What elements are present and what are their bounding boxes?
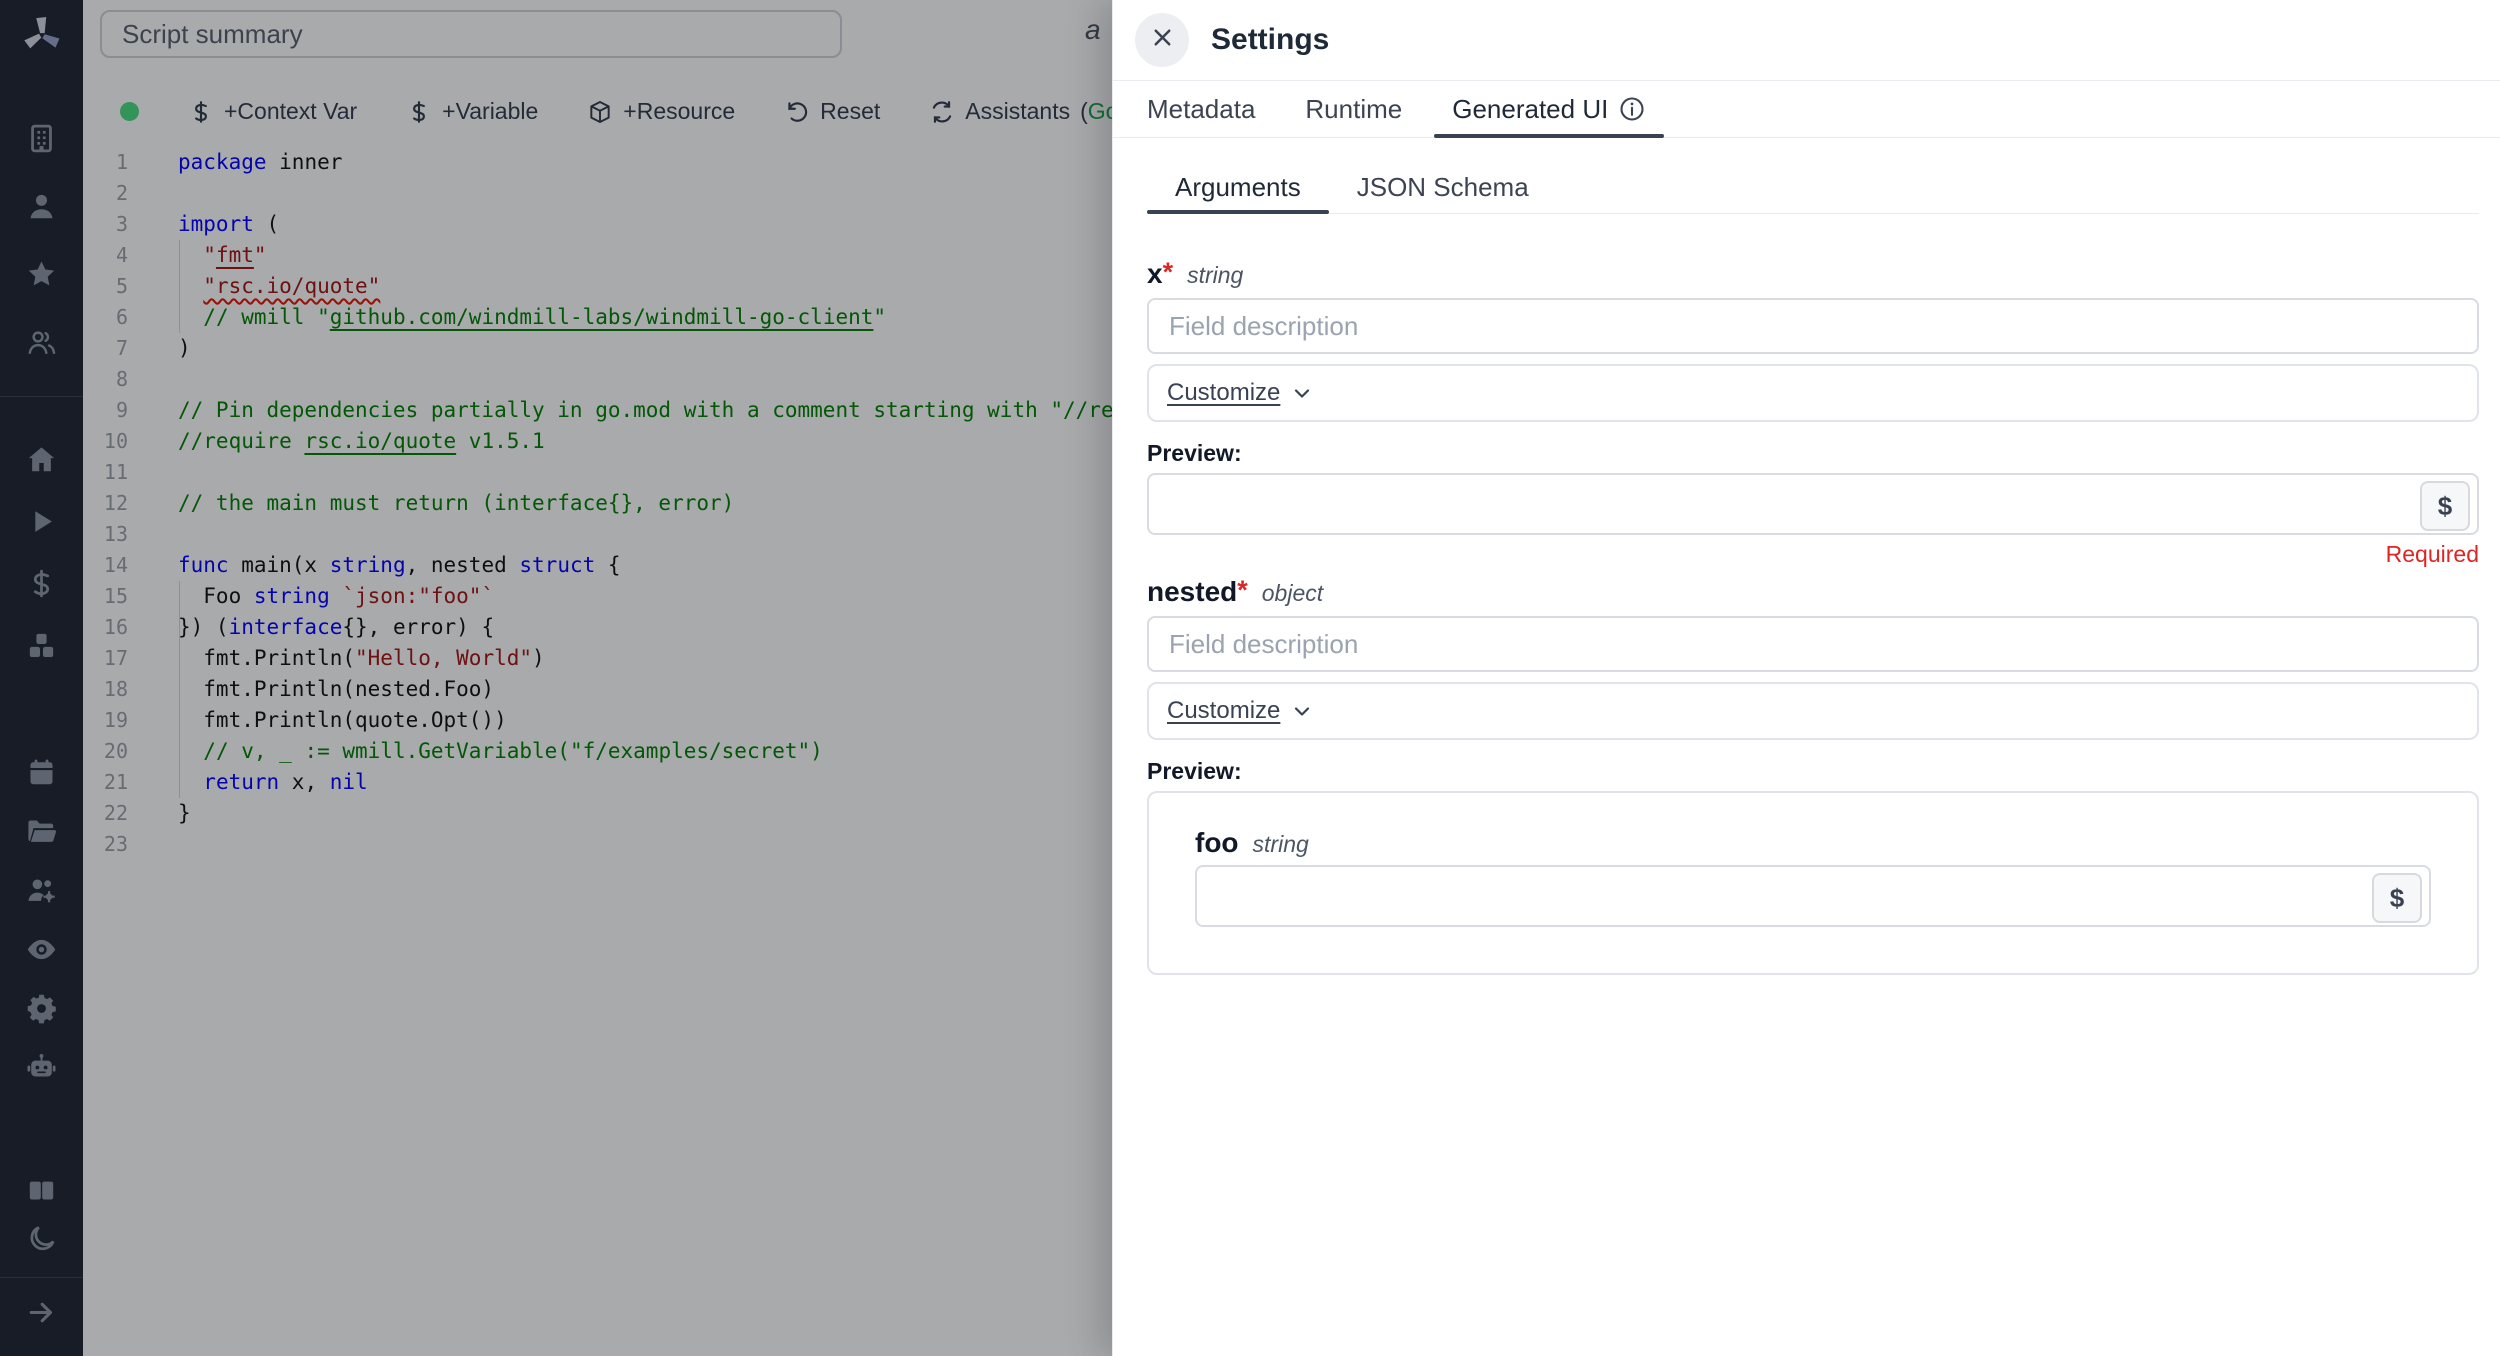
field-type: string xyxy=(1253,831,1309,858)
field-x-customize-box: Customize xyxy=(1147,364,2479,422)
required-asterisk: * xyxy=(1237,575,1248,606)
field-x-description-input[interactable] xyxy=(1147,298,2479,354)
chevron-down-icon[interactable] xyxy=(1290,381,1314,405)
required-error: Required xyxy=(1147,541,2479,568)
settings-tabs: Metadata Runtime Generated UI xyxy=(1113,81,2500,138)
variable-picker-button[interactable]: $ xyxy=(2372,873,2422,923)
tab-metadata[interactable]: Metadata xyxy=(1129,81,1273,137)
field-x-preview-input[interactable] xyxy=(1147,473,2479,535)
field-nested-header: nested* object xyxy=(1147,576,2479,608)
field-nested-customize-box: Customize xyxy=(1147,682,2479,740)
field-x-preview: $ xyxy=(1147,473,2479,535)
field-x-header: x* string xyxy=(1147,258,2479,290)
preview-label: Preview: xyxy=(1147,440,2479,467)
customize-link[interactable]: Customize xyxy=(1167,697,1280,725)
settings-drawer: Settings Metadata Runtime Generated UI A… xyxy=(1112,0,2500,1356)
close-icon xyxy=(1149,24,1176,56)
variable-picker-button[interactable]: $ xyxy=(2420,481,2470,531)
schema-subtabs: Arguments JSON Schema xyxy=(1147,161,2479,214)
subtab-json-schema[interactable]: JSON Schema xyxy=(1329,161,1557,213)
subtab-arguments[interactable]: Arguments xyxy=(1147,161,1329,213)
tab-runtime[interactable]: Runtime xyxy=(1287,81,1420,137)
field-name: nested xyxy=(1147,576,1237,608)
drawer-header: Settings xyxy=(1113,0,2500,81)
close-button[interactable] xyxy=(1135,13,1189,67)
field-name: x xyxy=(1147,258,1163,290)
windmill-script-editor: a +Context Var+Variable+ResourceResetAss… xyxy=(0,0,2500,1356)
field-nested-description-input[interactable] xyxy=(1147,616,2479,672)
info-icon xyxy=(1618,95,1646,123)
field-type: string xyxy=(1187,262,1243,289)
field-name: foo xyxy=(1195,827,1239,859)
foo-preview-input[interactable] xyxy=(1195,865,2431,927)
drawer-content: Arguments JSON Schema x* string Customiz… xyxy=(1113,137,2500,1356)
child-field-header: foo string xyxy=(1195,827,2431,859)
customize-link[interactable]: Customize xyxy=(1167,379,1280,407)
preview-label: Preview: xyxy=(1147,758,2479,785)
tab-generated-ui[interactable]: Generated UI xyxy=(1434,81,1664,137)
required-asterisk: * xyxy=(1163,257,1174,288)
child-field-preview: $ xyxy=(1195,865,2431,927)
chevron-down-icon[interactable] xyxy=(1290,699,1314,723)
field-type: object xyxy=(1262,580,1323,607)
drawer-title: Settings xyxy=(1211,23,1329,57)
nested-object-preview-panel: foo string $ xyxy=(1147,791,2479,975)
